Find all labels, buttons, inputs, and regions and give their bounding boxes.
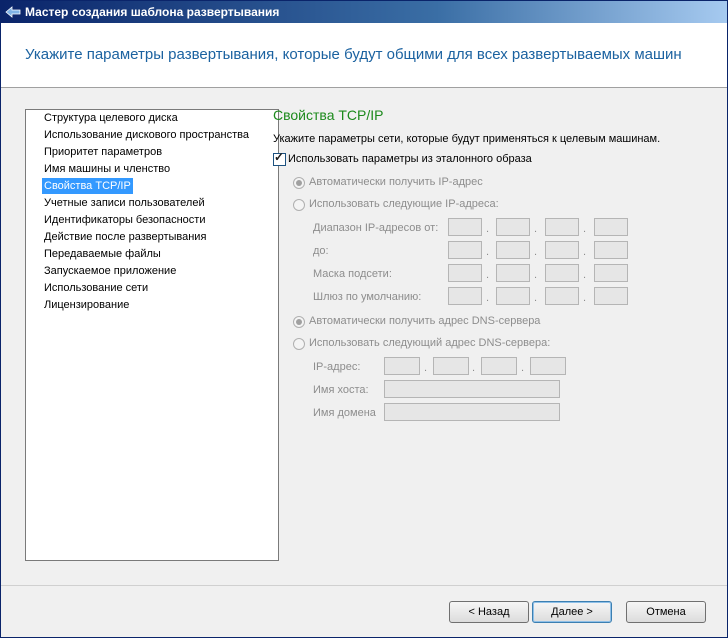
subnet-octet-2[interactable] (496, 264, 530, 282)
nav-item-user-accounts[interactable]: Учетные записи пользователей (42, 195, 207, 211)
section-description: Укажите параметры сети, которые будут пр… (273, 133, 661, 145)
app-icon (5, 6, 21, 18)
dns-ip-octet-2[interactable] (433, 357, 469, 375)
ip-manual-label: Использовать следующие IP-адреса: (309, 198, 499, 210)
ip-dot: . (534, 246, 538, 258)
ip-dot: . (583, 223, 587, 235)
nav-item-machine-name[interactable]: Имя машины и членство (42, 161, 172, 177)
range-to-octet-1[interactable] (448, 241, 482, 259)
check-mark-icon: ✓ (274, 150, 285, 164)
radio-dot-icon (296, 180, 302, 186)
ip-dot: . (486, 246, 490, 258)
ip-dot: . (583, 292, 587, 304)
range-from-octet-1[interactable] (448, 218, 482, 236)
nav-item-security-ids[interactable]: Идентификаторы безопасности (42, 212, 207, 228)
hostname-input[interactable] (384, 380, 560, 398)
tcpip-panel: Свойства TCP/IP Укажите параметры сети, … (273, 101, 713, 541)
title-bar: Мастер создания шаблона развертывания (1, 1, 727, 23)
range-to-octet-4[interactable] (594, 241, 628, 259)
range-from-octet-2[interactable] (496, 218, 530, 236)
dns-auto-label: Автоматически получить адрес DNS-сервера (309, 315, 541, 327)
next-button[interactable]: Далее > (532, 601, 612, 623)
nav-item-tcpip[interactable]: Свойства TCP/IP (42, 178, 133, 194)
dns-ip-octet-1[interactable] (384, 357, 420, 375)
gateway-label: Шлюз по умолчанию: (313, 291, 422, 303)
range-from-label: Диапазон IP-адресов от: (313, 222, 439, 234)
range-to-label: до: (313, 245, 329, 257)
subnet-octet-1[interactable] (448, 264, 482, 282)
window-title: Мастер создания шаблона развертывания (25, 5, 280, 19)
nav-item-disk-usage[interactable]: Использование дискового пространства (42, 127, 251, 143)
radio-button[interactable] (293, 177, 305, 189)
radio-dot-icon (296, 319, 302, 325)
ip-dot: . (534, 292, 538, 304)
footer-separator (1, 585, 727, 586)
cancel-button[interactable]: Отмена (626, 601, 706, 623)
dns-ip-label: IP-адрес: (313, 361, 361, 373)
radio-button[interactable] (293, 316, 305, 328)
ip-dot: . (583, 269, 587, 281)
dns-ip-octet-4[interactable] (530, 357, 566, 375)
subnet-octet-3[interactable] (545, 264, 579, 282)
domain-label: Имя домена (313, 407, 376, 419)
subnet-octet-4[interactable] (594, 264, 628, 282)
ip-dot: . (472, 362, 476, 374)
page-heading: Укажите параметры развертывания, которые… (25, 46, 682, 63)
section-title: Свойства TCP/IP (273, 107, 384, 123)
domain-input[interactable] (384, 403, 560, 421)
range-from-octet-4[interactable] (594, 218, 628, 236)
ip-dot: . (486, 223, 490, 235)
gateway-octet-4[interactable] (594, 287, 628, 305)
nav-item-priority[interactable]: Приоритет параметров (42, 144, 164, 160)
range-to-octet-2[interactable] (496, 241, 530, 259)
wizard-header: Укажите параметры развертывания, которые… (1, 23, 727, 88)
ip-dot: . (534, 223, 538, 235)
dns-manual-label: Использовать следующий адрес DNS-сервера… (309, 337, 551, 349)
nav-item-transfer-files[interactable]: Передаваемые файлы (42, 246, 163, 262)
radio-button[interactable] (293, 199, 305, 211)
ip-auto-label: Автоматически получить IP-адрес (309, 176, 483, 188)
ip-dot: . (534, 269, 538, 281)
nav-item-licensing[interactable]: Лицензирование (42, 297, 131, 313)
wizard-window: Мастер создания шаблона развертывания Ук… (0, 0, 728, 638)
gateway-octet-3[interactable] (545, 287, 579, 305)
nav-item-run-app[interactable]: Запускаемое приложение (42, 263, 178, 279)
dns-ip-octet-3[interactable] (481, 357, 517, 375)
subnet-mask-label: Маска подсети: (313, 268, 392, 280)
nav-item-post-deploy[interactable]: Действие после развертывания (42, 229, 208, 245)
radio-button[interactable] (293, 338, 305, 350)
checkbox-box[interactable]: ✓ (273, 150, 286, 166)
nav-item-disk-structure[interactable]: Структура целевого диска (42, 110, 180, 126)
back-button[interactable]: < Назад (449, 601, 529, 623)
range-from-octet-3[interactable] (545, 218, 579, 236)
ip-dot: . (521, 362, 525, 374)
ip-dot: . (486, 292, 490, 304)
ip-dot: . (486, 269, 490, 281)
use-master-settings-label: Использовать параметры из эталонного обр… (288, 153, 532, 165)
range-to-octet-3[interactable] (545, 241, 579, 259)
gateway-octet-1[interactable] (448, 287, 482, 305)
ip-dot: . (424, 362, 428, 374)
wizard-steps-list[interactable]: Структура целевого диска Использование д… (25, 109, 279, 561)
nav-item-network[interactable]: Использование сети (42, 280, 150, 296)
ip-dot: . (583, 246, 587, 258)
gateway-octet-2[interactable] (496, 287, 530, 305)
hostname-label: Имя хоста: (313, 384, 369, 396)
